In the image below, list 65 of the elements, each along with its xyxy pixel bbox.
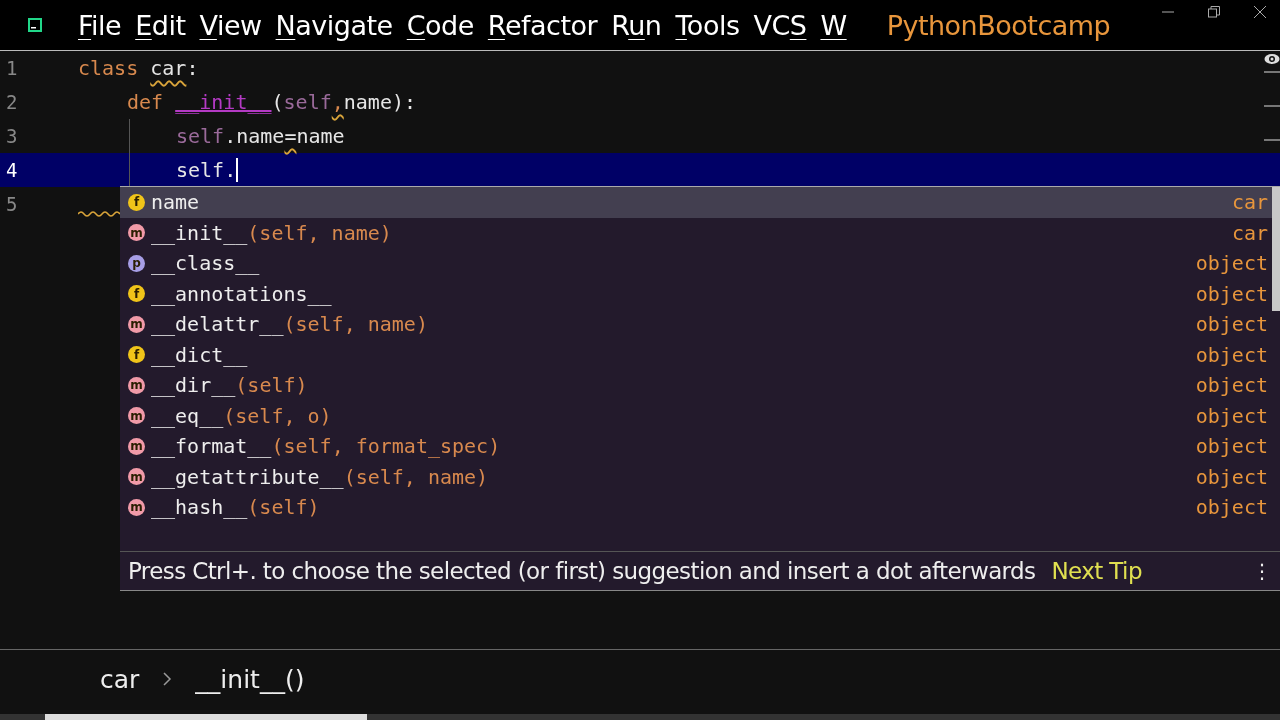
completion-item[interactable]: m __init__(self, name) car [120, 217, 1280, 248]
code-token: __init__ [175, 90, 272, 114]
symbol-icon: m [128, 376, 145, 394]
text-caret [236, 158, 239, 182]
completion-item[interactable]: m __format__(self, format_spec) object [120, 431, 1280, 462]
symbol-icon: m [128, 224, 145, 242]
breadcrumb[interactable]: car [100, 664, 140, 694]
symbol-icon: f [128, 346, 145, 364]
eye-icon[interactable] [1264, 53, 1280, 65]
completion-item[interactable]: m __dir__(self) object [120, 370, 1280, 401]
symbol-icon: p [128, 254, 145, 272]
app-logo-icon[interactable] [28, 18, 42, 32]
next-tip-link[interactable]: Next Tip [1051, 557, 1142, 584]
symbol-icon: m [128, 315, 145, 333]
menu-item[interactable]: Edit [135, 9, 186, 41]
code-token: .name [224, 124, 285, 148]
code-token: : [186, 56, 199, 80]
completion-item[interactable]: m __getattribute__(self, name) object [120, 461, 1280, 492]
line-number: 1 [5, 57, 19, 79]
completion-item[interactable]: m __eq__(self, o) object [120, 400, 1280, 431]
code-token: self. [176, 158, 237, 182]
completion-item[interactable]: f __annotations__ object [120, 278, 1280, 309]
line-number: 2 [5, 91, 19, 113]
symbol-icon: m [128, 407, 145, 425]
symbol-icon: m [128, 437, 145, 455]
line-number: 3 [5, 125, 19, 147]
code-token: self [176, 124, 225, 148]
hint-text: Press Ctrl+. to choose the selected (or first) suggestion and insert a dot afterwards [128, 557, 1036, 584]
project-title: PythonBootcamp [886, 9, 1111, 41]
menu-item[interactable]: Code [406, 9, 474, 41]
symbol-icon: f [128, 285, 145, 303]
completion-item[interactable]: p __class__ object [120, 248, 1280, 279]
code-token: , [331, 90, 344, 114]
completion-item[interactable]: m __hash__(self) object [120, 492, 1280, 523]
scrollbar-thumb[interactable] [45, 714, 367, 720]
symbol-icon: m [128, 498, 145, 516]
more-button[interactable]: ⋮ [1252, 558, 1272, 583]
line-number: 4 [5, 159, 19, 181]
menu-item[interactable]: Refactor [487, 9, 598, 41]
chevron-icon [161, 671, 174, 687]
menu-item[interactable]: File [78, 9, 122, 41]
menu-item[interactable]: Tools [675, 9, 740, 41]
code-token: def [127, 90, 165, 114]
menu-item[interactable]: VCS [753, 9, 807, 41]
code-token: self [283, 90, 332, 114]
menu-item[interactable]: Navigate [275, 9, 393, 41]
warning-squiggle [78, 210, 120, 218]
completion-item[interactable]: f __dict__ object [120, 339, 1280, 370]
code-token: class [78, 56, 140, 80]
symbol-icon: f [128, 193, 145, 211]
menu-item[interactable]: View [199, 9, 262, 41]
code-token: = [284, 124, 297, 148]
breadcrumb[interactable]: __init__() [195, 664, 305, 694]
code-token: name): [343, 90, 416, 114]
restore-icon[interactable] [1208, 6, 1220, 18]
code-token: ( [271, 90, 284, 114]
menu-item[interactable]: Run [611, 9, 662, 41]
symbol-icon: m [128, 468, 145, 486]
line-number: 5 [5, 193, 19, 215]
close-icon[interactable] [1254, 6, 1266, 18]
scrollbar-thumb[interactable] [1272, 187, 1280, 311]
code-token: car [150, 56, 187, 80]
completion-item[interactable]: m __delattr__(self, name) object [120, 309, 1280, 340]
menu-item[interactable]: W [820, 9, 847, 41]
code-token: name [296, 124, 345, 148]
